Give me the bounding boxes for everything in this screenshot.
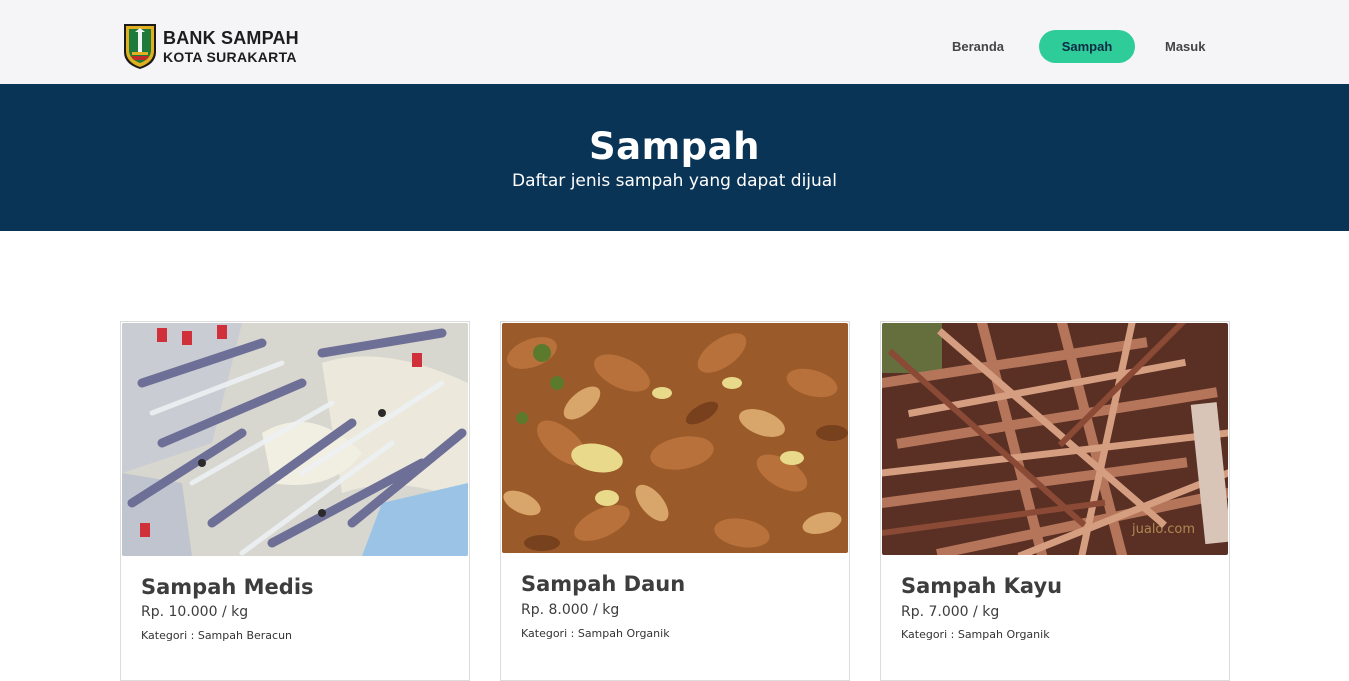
- city-emblem-icon: [124, 24, 156, 69]
- medical-waste-photo: [122, 323, 468, 556]
- brand-logo[interactable]: BANK SAMPAH KOTA SURAKARTA: [122, 22, 299, 70]
- card-title: Sampah Daun: [521, 572, 686, 596]
- card-category: Kategori : Sampah Beracun: [141, 629, 293, 642]
- wood-photo: jualo.com: [882, 323, 1228, 555]
- brand-subtitle: KOTA SURAKARTA: [163, 48, 297, 65]
- waste-card-kayu[interactable]: jualo.com Sampah Kayu Rp. 7.000 / kg Kat…: [880, 321, 1230, 681]
- waste-card-daun[interactable]: Sampah Daun Rp. 8.000 / kg Kategori : Sa…: [500, 321, 850, 681]
- card-price: Rp. 7.000 / kg: [901, 604, 1000, 620]
- leaves-photo: [502, 323, 848, 553]
- card-title: Sampah Medis: [141, 575, 314, 599]
- card-title: Sampah Kayu: [901, 574, 1063, 598]
- page-subtitle: Daftar jenis sampah yang dapat dijual: [512, 171, 837, 191]
- svg-text:jualo.com: jualo.com: [1131, 522, 1195, 537]
- card-price: Rp. 8.000 / kg: [521, 602, 620, 618]
- nav-sampah[interactable]: Sampah: [1039, 30, 1135, 63]
- waste-card-medis[interactable]: Sampah Medis Rp. 10.000 / kg Kategori : …: [120, 321, 470, 681]
- brand-title: BANK SAMPAH: [163, 27, 299, 48]
- card-category: Kategori : Sampah Organik: [901, 628, 1050, 641]
- navbar: BANK SAMPAH KOTA SURAKARTA Beranda Sampa…: [0, 0, 1349, 84]
- hero-banner: Sampah Daftar jenis sampah yang dapat di…: [0, 84, 1349, 231]
- page-title: Sampah: [589, 125, 760, 168]
- nav-beranda[interactable]: Beranda: [932, 30, 1024, 63]
- card-category: Kategori : Sampah Organik: [521, 627, 670, 640]
- card-price: Rp. 10.000 / kg: [141, 604, 249, 620]
- nav-masuk[interactable]: Masuk: [1145, 30, 1225, 63]
